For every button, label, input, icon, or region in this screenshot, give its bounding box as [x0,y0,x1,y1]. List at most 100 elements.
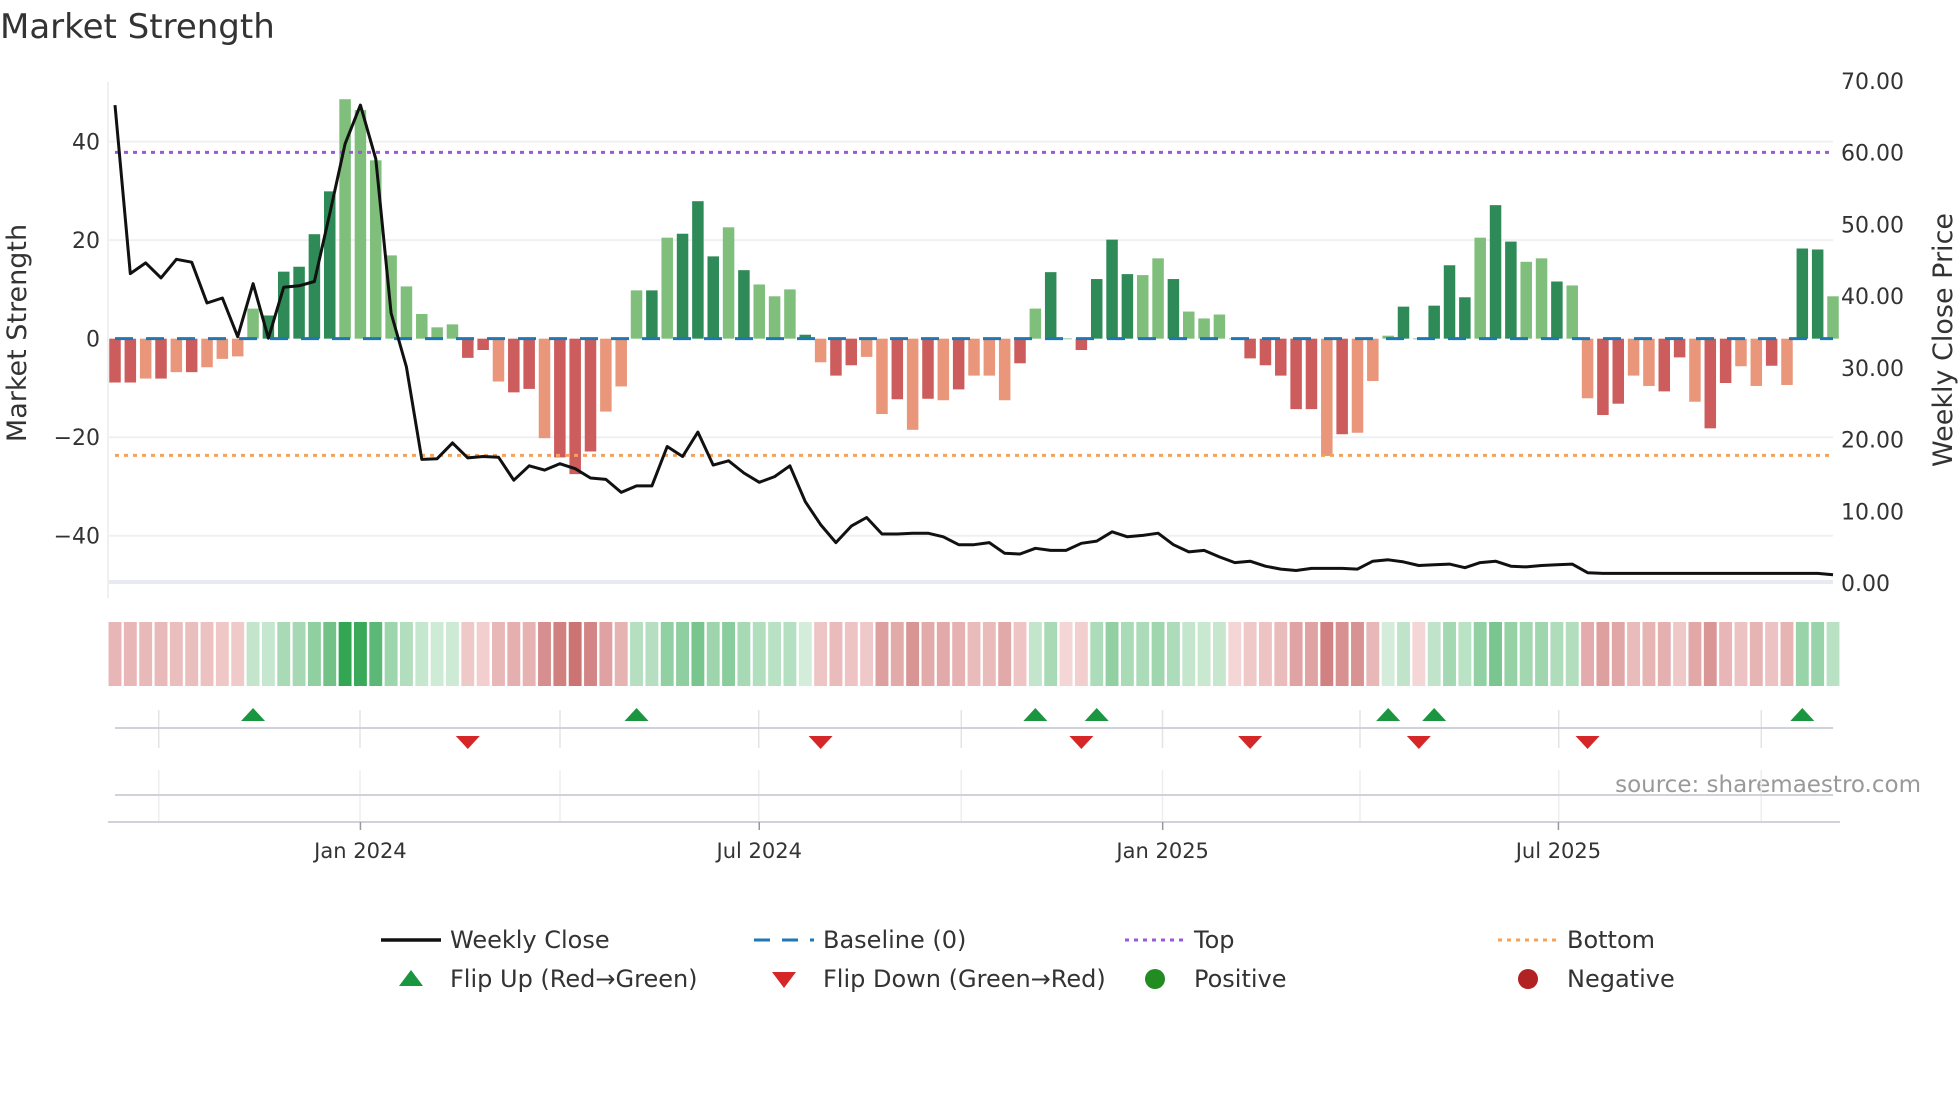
flip-up-marker [241,708,266,721]
strength-heat-cell [369,622,383,686]
legend-label: Weekly Close [450,926,610,954]
strength-heat-cell [139,622,153,686]
strength-heat-cell [1688,622,1702,686]
strength-bar [952,338,965,390]
strength-heat-cell [154,622,168,686]
strength-bar [707,256,719,339]
y2-tick-label: 0.00 [1841,572,1890,597]
strength-bar [1796,248,1809,339]
strength-bar [1581,338,1594,399]
strength-heat-cell [1427,622,1441,686]
strength-bar [354,110,367,339]
strength-bar [1351,338,1364,433]
strength-bar [1643,338,1655,386]
strength-heat-cell [492,622,505,686]
strength-bar [1121,274,1134,339]
strength-heat-cell [1765,622,1779,686]
strength-heat-cell [1136,622,1150,686]
y2-tick-label: 70.00 [1841,70,1904,95]
strength-heat-cell [538,622,551,686]
strength-heat-cell [231,622,245,686]
strength-heat-cell [215,622,229,686]
strength-heat-cell [1044,622,1058,686]
strength-bar [1259,338,1272,366]
x-tick-label: Jan 2025 [1114,839,1209,863]
strength-bar [1443,265,1456,339]
strength-heat-cell [1305,622,1318,686]
strength-bar [860,338,873,357]
strength-heat-cell [384,622,398,686]
strength-bar [646,290,658,339]
strength-bar [431,327,443,339]
strength-bar [1673,338,1686,358]
strength-heat-cell [1243,622,1257,686]
strength-bar [124,338,137,383]
strength-bar [1106,239,1118,339]
strength-heat-cell [353,622,367,686]
strength-bar [1811,249,1824,339]
strength-heat-cell [415,622,429,686]
strength-bar [1612,338,1625,404]
strength-heat-cell [952,622,966,686]
x-tick-label: Jul 2025 [1514,839,1601,863]
strength-bar [722,227,735,339]
strength-heat-cell [323,622,337,686]
strength-bar [155,338,167,379]
strength-heat-cell [1627,622,1641,686]
strength-heat-cell [1028,622,1042,686]
strength-heat-cell [1826,622,1840,686]
strength-bar [1075,338,1088,350]
strength-heat-cell [1335,622,1349,686]
strength-heat-cell [1719,622,1733,686]
strength-heat-cell [1120,622,1134,686]
y-axis-label: Market Strength [2,224,33,442]
strength-bar [600,338,612,412]
y2-tick-label: 40.00 [1841,285,1904,310]
legend-label: Negative [1567,965,1675,993]
strength-bar [937,338,950,401]
y-tick-label: 0 [86,328,100,353]
strength-heat-cell [936,622,950,686]
strength-heat-cell [752,622,766,686]
strength-heat-cell [1197,622,1211,686]
flip-up-marker [624,708,649,721]
flip-up-marker [1790,708,1815,721]
strength-heat-cell [307,622,321,686]
strength-bar [830,338,842,376]
strength-heat-cell [1412,622,1426,686]
strength-heat-cell [446,622,459,686]
strength-heat-cell [1458,622,1472,686]
strength-bar [1136,275,1149,339]
strength-bar [170,338,183,373]
legend-label: Flip Down (Green→Red) [823,965,1106,993]
strength-heat-cell [691,622,705,686]
strength-heat-cell [844,622,858,686]
legend-positive-icon [1145,969,1165,989]
strength-heat-cell [1166,622,1180,686]
strength-heat-cell [1565,622,1579,686]
strength-bar [492,338,505,382]
strength-heat-cell [261,622,275,686]
strength-bar [1535,258,1548,339]
strength-bar [231,338,244,357]
strength-heat-cell [1397,622,1410,686]
strength-bar [1152,258,1164,339]
strength-heat-cell [1657,622,1671,686]
strength-bar [768,296,781,339]
strength-heat-cell [1734,622,1748,686]
strength-bar [1014,338,1026,364]
strength-bar [1290,338,1302,410]
strength-heat-cell [1212,622,1226,686]
strength-heat-cell [1535,622,1548,686]
strength-bar [615,338,627,387]
strength-bar [523,338,535,389]
strength-bar [1182,311,1195,339]
strength-bar [308,234,321,339]
strength-bar [1597,338,1609,416]
legend-flip-down-green-red-icon [772,972,796,988]
strength-heat-cell [599,622,613,686]
strength-heat-cell [1611,622,1625,686]
strength-heat-cell [522,622,536,686]
strength-bar [139,338,152,379]
strength-heat-cell [553,622,567,686]
